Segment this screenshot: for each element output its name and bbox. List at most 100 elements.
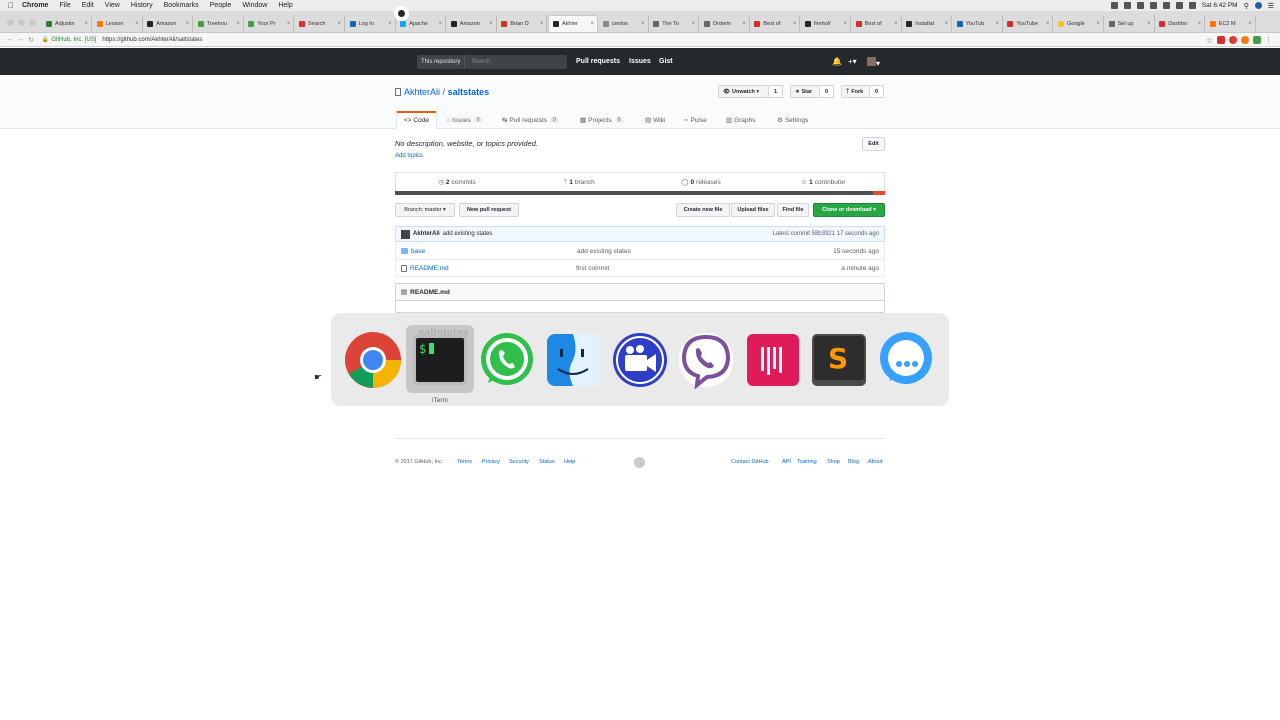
minimize-window-icon[interactable] <box>18 19 25 26</box>
menu-history[interactable]: History <box>131 2 153 9</box>
footer-link-help[interactable]: Help <box>564 459 575 465</box>
browser-tab[interactable]: Set up × <box>1105 15 1155 32</box>
browser-tab[interactable]: Amazon × <box>447 15 497 32</box>
tab-close-icon[interactable]: × <box>742 21 746 27</box>
table-row[interactable]: README.md first commit a minute ago <box>395 260 885 277</box>
tab-code[interactable]: <> Code <box>396 111 437 129</box>
avatar[interactable] <box>401 229 410 239</box>
file-commit-message[interactable]: first commit <box>576 265 609 272</box>
browser-tab[interactable]: EC2 M × <box>1206 15 1256 32</box>
menu-view[interactable]: View <box>105 2 120 9</box>
sublime-text-icon[interactable]: S <box>810 331 868 389</box>
repo-name-link[interactable]: saltstates <box>448 87 490 97</box>
tab-close-icon[interactable]: × <box>135 21 139 27</box>
menu-help[interactable]: Help <box>278 2 292 9</box>
extension-icon[interactable] <box>1217 36 1225 44</box>
footer-link-shop[interactable]: Shop <box>827 459 840 465</box>
menu-bookmarks[interactable]: Bookmarks <box>164 2 199 9</box>
tab-pull-requests[interactable]: ↹ Pull requests 0 <box>502 111 559 129</box>
new-pull-request-button[interactable]: New pull request <box>459 203 519 217</box>
tab-pulse[interactable]: ∼ Pulse <box>683 111 707 129</box>
repo-owner-link[interactable]: AkhterAli <box>404 87 440 97</box>
tab-close-icon[interactable]: × <box>439 21 443 27</box>
menubar-clock[interactable]: Sat 6:42 PM <box>1202 2 1238 9</box>
notifications-bell-icon[interactable]: 🔔 <box>832 57 842 66</box>
browser-tab[interactable]: YouTube × <box>1003 15 1054 32</box>
browser-tab[interactable]: Adjustin × <box>42 15 92 32</box>
extension-icon[interactable] <box>1253 36 1261 44</box>
iterm-icon[interactable]: $ <box>411 331 469 389</box>
bookmark-star-icon[interactable]: ☆ <box>1206 36 1213 45</box>
status-icon[interactable] <box>1136 2 1144 9</box>
footer-link-blog[interactable]: Blog <box>848 459 859 465</box>
nav-gist[interactable]: Gist <box>659 58 673 65</box>
nav-pull-requests[interactable]: Pull requests <box>576 58 620 65</box>
search-box[interactable]: This repository Search <box>417 55 567 69</box>
browser-tab[interactable]: Brian D × <box>497 15 548 32</box>
tab-close-icon[interactable]: × <box>793 21 797 27</box>
tab-close-icon[interactable]: × <box>692 21 696 27</box>
messages-icon[interactable] <box>877 331 935 389</box>
footer-link-security[interactable]: Security <box>509 459 529 465</box>
menu-chrome[interactable]: Chrome <box>22 2 48 9</box>
browser-tab[interactable]: Akhter × <box>548 15 598 32</box>
tab-close-icon[interactable]: × <box>489 21 493 27</box>
browser-tab[interactable]: Search × <box>295 15 345 32</box>
footer-link-privacy[interactable]: Privacy <box>482 459 500 465</box>
browser-tab[interactable]: The To × <box>649 15 700 32</box>
reload-icon[interactable]: ↻ <box>28 36 34 44</box>
language-bar[interactable] <box>395 191 885 195</box>
browser-tab[interactable]: YouTub × <box>953 15 1003 32</box>
tab-close-icon[interactable]: × <box>945 21 949 27</box>
browser-tab[interactable]: Lesson × <box>93 15 143 32</box>
clone-or-download-button[interactable]: Clone or download ▾ <box>813 203 885 217</box>
finder-icon[interactable] <box>544 331 602 389</box>
status-icon[interactable] <box>1123 2 1131 9</box>
branch-link[interactable]: ᛉ 1 branch <box>518 173 640 191</box>
tab-settings[interactable]: ⚙ Settings <box>777 111 808 129</box>
forks-count[interactable]: 0 <box>870 85 884 98</box>
commits-link[interactable]: ◷ 2 commits <box>396 173 518 191</box>
extension-icon[interactable] <box>1229 36 1237 44</box>
whatsapp-icon[interactable] <box>478 331 536 389</box>
footer-link-terms[interactable]: Terms <box>457 459 472 465</box>
url-field[interactable]: https://github.com/AkhterAli/saltstates <box>102 37 202 43</box>
menu-people[interactable]: People <box>210 2 232 9</box>
tab-close-icon[interactable]: × <box>641 21 645 27</box>
spotlight-icon[interactable]: ⚲ <box>1244 2 1249 10</box>
status-icon[interactable] <box>1149 2 1157 9</box>
footer-link-api[interactable]: API <box>782 459 791 465</box>
tab-close-icon[interactable]: × <box>84 21 88 27</box>
screen-recorder-icon[interactable] <box>611 331 669 389</box>
create-new-plus-icon[interactable]: +▾ <box>848 57 857 66</box>
zoom-window-icon[interactable] <box>29 19 36 26</box>
footer-link-training[interactable]: Training <box>797 459 817 465</box>
tab-close-icon[interactable]: × <box>388 21 392 27</box>
viber-icon[interactable] <box>677 331 735 389</box>
tab-close-icon[interactable]: × <box>186 21 190 27</box>
extension-icon[interactable] <box>1241 36 1249 44</box>
browser-tab[interactable]: Your Pr × <box>244 15 295 32</box>
branch-select-button[interactable]: Branch: master ▾ <box>395 203 455 217</box>
tab-wiki[interactable]: ▤ Wiki <box>645 111 665 129</box>
tab-close-icon[interactable]: × <box>590 21 594 27</box>
battery-icon[interactable] <box>1188 2 1196 9</box>
tab-issues[interactable]: ○ Issues 0 <box>446 111 483 129</box>
file-name-link[interactable]: README.md <box>410 265 576 272</box>
commit-message-link[interactable]: add existing states <box>443 231 493 237</box>
fork-button[interactable]: ᛉ Fork <box>841 85 870 98</box>
nav-issues[interactable]: Issues <box>629 58 651 65</box>
browser-tab[interactable]: Best of × <box>852 15 902 32</box>
menu-file[interactable]: File <box>59 2 70 9</box>
tab-close-icon[interactable]: × <box>1147 21 1151 27</box>
upload-files-button[interactable]: Upload files <box>731 203 775 217</box>
browser-tab[interactable]: Best of × <box>750 15 801 32</box>
tab-close-icon[interactable]: × <box>540 21 544 27</box>
table-row[interactable]: base add existing states 15 seconds ago <box>395 243 885 260</box>
browser-tab[interactable]: Orderin × <box>700 15 750 32</box>
search-input[interactable]: Search <box>471 59 490 65</box>
footer-link-status[interactable]: Status <box>539 459 555 465</box>
site-identity[interactable]: GitHub, Inc. [US] <box>51 37 96 43</box>
file-commit-message[interactable]: add existing states <box>577 248 631 255</box>
browser-tab[interactable]: Google × <box>1054 15 1104 32</box>
